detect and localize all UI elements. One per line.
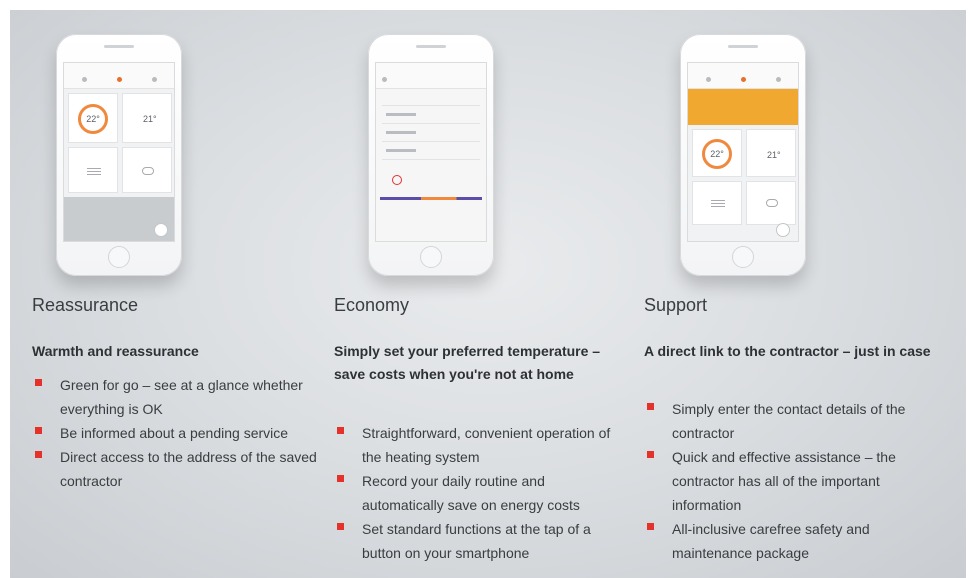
app-top-bar [376, 63, 486, 89]
bullet-square-icon [647, 451, 654, 458]
phone-speaker [104, 45, 134, 48]
phone-speaker [416, 45, 446, 48]
phone-screen [375, 62, 487, 242]
list-divider [382, 123, 480, 124]
menu-tile [692, 181, 742, 225]
menu-tile [68, 147, 118, 193]
home-tab-icon [117, 77, 122, 82]
feature-heading: Reassurance [32, 295, 139, 315]
settings-icon [776, 77, 781, 82]
bullet-item: Green for go – see at a glance whether e… [32, 373, 327, 421]
bullet-square-icon [647, 523, 654, 530]
schedule-timeline [380, 197, 482, 200]
phone-screen: 22° 21° [63, 62, 175, 242]
add-button-icon [776, 223, 790, 237]
feature-heading: Economy [334, 295, 410, 315]
feature-column-reassurance: 22° 21° Reassurance Warmth and reassuran… [32, 10, 332, 578]
feature-bullet-list: Straightforward, convenient operation of… [334, 421, 629, 565]
bullet-item: Be informed about a pending service [32, 421, 327, 445]
contractor-alert-banner [688, 89, 798, 125]
bullet-square-icon [337, 523, 344, 530]
feature-panel: 22° 21° Reassurance Warmth and reassuran… [10, 10, 966, 578]
bullet-square-icon [647, 403, 654, 410]
phone-speaker [728, 45, 758, 48]
bullet-square-icon [337, 475, 344, 482]
list-divider [382, 141, 480, 142]
thermostat-tile: 21° [122, 93, 172, 143]
list-row [386, 113, 416, 116]
back-icon [382, 77, 387, 82]
phone-home-button [732, 246, 754, 268]
bullet-item: All-inclusive carefree safety and mainte… [644, 517, 939, 565]
cloud-icon [142, 167, 154, 175]
list-row [386, 149, 416, 152]
weather-tile [746, 181, 796, 225]
temperature-ring: 22° [78, 104, 108, 134]
feature-subheading: Warmth and reassurance [32, 343, 199, 359]
thermostat-tile: 22° [692, 129, 742, 177]
nav-icon [82, 77, 87, 82]
selected-day-indicator [392, 175, 402, 185]
nav-icon [706, 77, 711, 82]
bullet-item: Simply enter the contact details of the … [644, 397, 939, 445]
feature-heading: Support [644, 295, 708, 315]
feature-column-economy: Economy Simply set your preferred temper… [334, 10, 634, 578]
list-icon [711, 200, 725, 201]
temperature-value: 21° [767, 150, 781, 160]
add-button-icon [154, 223, 168, 237]
feature-bullet-list: Simply enter the contact details of the … [644, 397, 939, 565]
temperature-value: 21° [143, 114, 157, 124]
home-tab-icon [741, 77, 746, 82]
phone-mockup: 22° 21° [680, 34, 806, 276]
phone-mockup [368, 34, 494, 276]
app-top-bar [688, 63, 798, 89]
bullet-square-icon [35, 427, 42, 434]
settings-icon [152, 77, 157, 82]
bullet-item: Direct access to the address of the save… [32, 445, 327, 493]
phone-screen: 22° 21° [687, 62, 799, 242]
list-divider [382, 159, 480, 160]
phone-home-button [420, 246, 442, 268]
bullet-item: Record your daily routine and automatica… [334, 469, 629, 517]
feature-subheading: A direct link to the contractor – just i… [644, 343, 931, 359]
weather-tile [122, 147, 172, 193]
bullet-item: Set standard functions at the tap of a b… [334, 517, 629, 565]
list-row [386, 131, 416, 134]
feature-column-support: 22° 21° Support A direct link to the con… [644, 10, 944, 578]
app-top-bar [64, 63, 174, 89]
feature-subheading: Simply set your preferred temperature – … [334, 343, 601, 382]
list-divider [382, 105, 480, 106]
thermostat-tile: 22° [68, 93, 118, 143]
bullet-square-icon [35, 451, 42, 458]
list-icon [87, 168, 101, 169]
bullet-item: Straightforward, convenient operation of… [334, 421, 629, 469]
feature-bullet-list: Green for go – see at a glance whether e… [32, 373, 327, 493]
thermostat-tile: 21° [746, 129, 796, 177]
temperature-ring: 22° [702, 139, 732, 169]
bullet-square-icon [35, 379, 42, 386]
phone-mockup: 22° 21° [56, 34, 182, 276]
cloud-icon [766, 199, 778, 207]
bullet-square-icon [337, 427, 344, 434]
phone-home-button [108, 246, 130, 268]
bullet-item: Quick and effective assistance – the con… [644, 445, 939, 517]
